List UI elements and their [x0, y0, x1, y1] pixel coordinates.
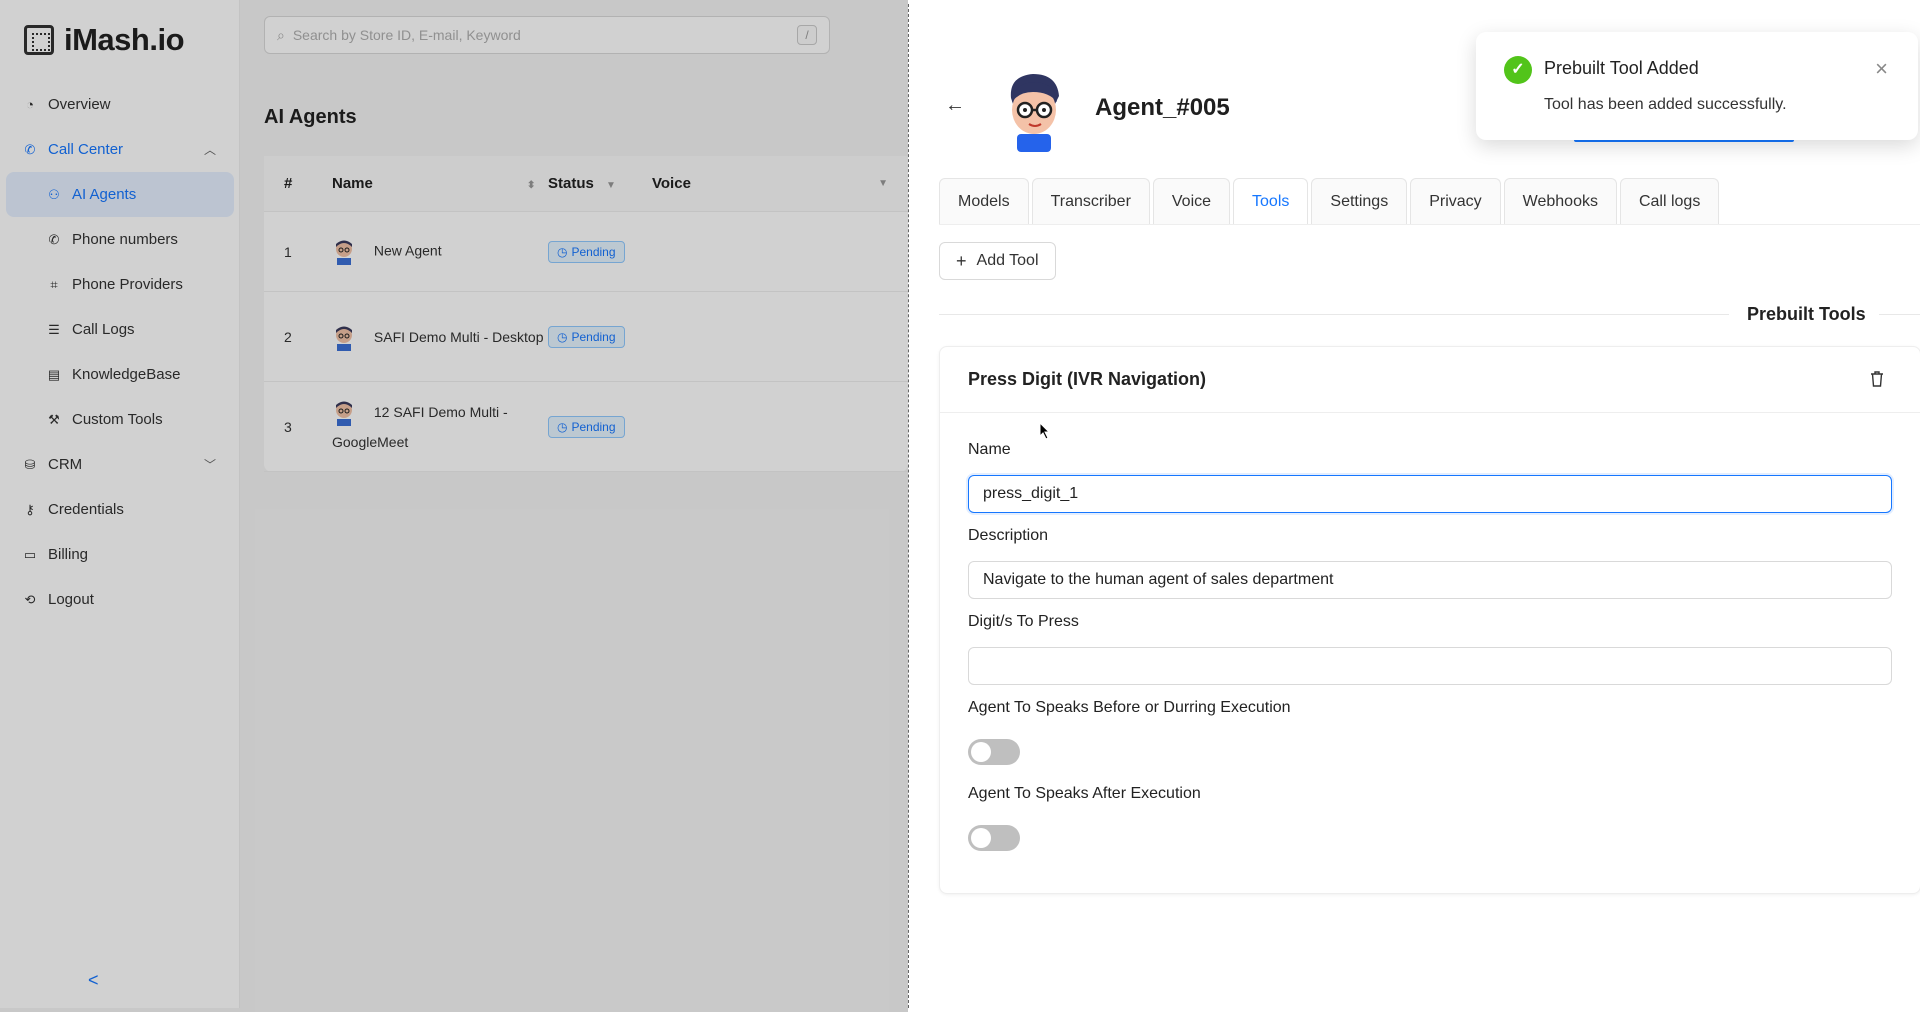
tab-voice[interactable]: Voice — [1152, 178, 1231, 224]
success-notification: ✓ Prebuilt Tool Added Tool has been adde… — [1476, 32, 1918, 140]
trash-icon[interactable] — [1870, 371, 1884, 387]
agent-avatar — [1010, 74, 1059, 152]
name-input[interactable] — [968, 475, 1892, 513]
check-circle-icon: ✓ — [1504, 56, 1532, 84]
tab-transcriber[interactable]: Transcriber — [1031, 178, 1150, 224]
mouse-cursor-icon — [1039, 422, 1051, 440]
name-label: Name — [968, 441, 1011, 458]
description-label: Description — [968, 527, 1049, 544]
add-tool-label: Add Tool — [976, 252, 1039, 269]
agent-title: Agent_#005 — [1095, 94, 1230, 121]
speak-after-label: Agent To Speaks After Execution — [968, 785, 1201, 802]
tab-call-logs[interactable]: Call logs — [1619, 178, 1720, 224]
drawer-mask[interactable] — [0, 0, 908, 1012]
tab-settings[interactable]: Settings — [1311, 178, 1408, 224]
divider-line — [1879, 314, 1920, 315]
agent-drawer: ← Agent_#005 Models Transcriber Voice To… — [908, 4, 1920, 1008]
notification-title: Prebuilt Tool Added — [1544, 58, 1699, 78]
main-app: iMash.io ◔ Overview ✆ Call Center ︿ ⚇ AI… — [0, 0, 908, 1012]
tab-tools[interactable]: Tools — [1233, 178, 1309, 224]
divider-line — [939, 314, 1729, 315]
back-arrow-icon[interactable]: ← — [945, 94, 965, 117]
tab-webhooks[interactable]: Webhooks — [1503, 178, 1617, 224]
close-icon[interactable]: × — [1875, 56, 1888, 82]
plus-icon: + — [956, 250, 967, 271]
description-input[interactable] — [968, 561, 1892, 599]
notification-message: Tool has been added successfully. — [1544, 96, 1787, 113]
tab-privacy[interactable]: Privacy — [1410, 178, 1501, 224]
speak-after-toggle[interactable] — [968, 825, 1020, 851]
speak-before-label: Agent To Speaks Before or Durring Execut… — [968, 699, 1291, 716]
digits-input[interactable] — [968, 647, 1892, 685]
add-tool-button[interactable]: + Add Tool — [939, 242, 1056, 280]
tool-title: Press Digit (IVR Navigation) — [968, 369, 1207, 389]
tool-card: Press Digit (IVR Navigation) Name Descri… — [939, 346, 1920, 894]
speak-before-toggle[interactable] — [968, 739, 1020, 765]
tool-card-header: Press Digit (IVR Navigation) — [940, 347, 1920, 413]
tabs-divider — [939, 224, 1920, 225]
section-title: Prebuilt Tools — [1747, 304, 1866, 324]
prebuilt-tools-divider: Prebuilt Tools — [939, 304, 1920, 324]
agent-tabs: Models Transcriber Voice Tools Settings … — [939, 178, 1720, 224]
tab-models[interactable]: Models — [939, 178, 1029, 224]
digits-label: Digit/s To Press — [968, 613, 1079, 630]
